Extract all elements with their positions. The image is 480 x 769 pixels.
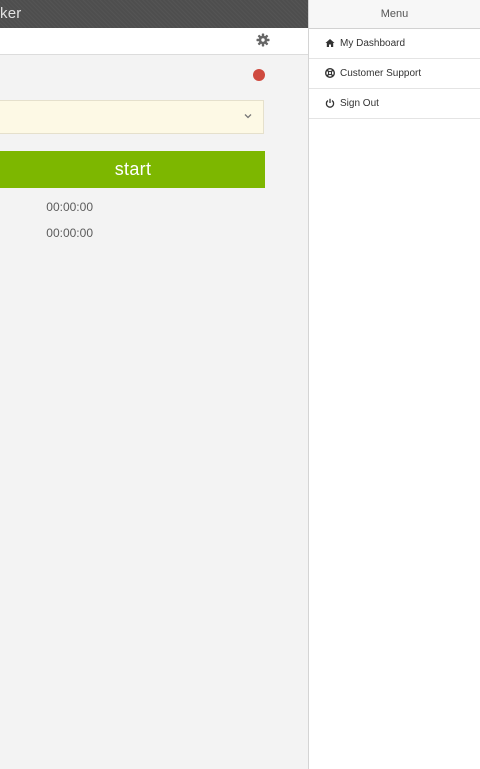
menu-title: Menu [309,0,480,29]
chevron-down-icon [244,114,252,119]
timer-display: 00:00:00 [46,200,93,214]
main-panel: ker start 00:00:00 00:00:00 [0,0,308,769]
menu-item-label: Customer Support [340,68,422,79]
menu-item-support[interactable]: Customer Support [309,59,480,89]
menu-item-signout[interactable]: Sign Out [309,89,480,119]
lifebuoy-icon [325,68,335,78]
menu-item-label: Sign Out [340,98,379,109]
side-menu: Menu My Dashboard Customer Support Sign … [308,0,480,769]
title-bar: ker [0,0,308,28]
toolbar [0,28,308,55]
power-icon [325,98,335,108]
status-indicator [253,69,265,81]
total-time-display: 00:00:00 [46,226,93,240]
start-button[interactable]: start [0,151,265,188]
menu-item-label: My Dashboard [340,38,406,49]
task-select[interactable] [0,100,264,134]
home-icon [325,39,335,47]
gear-icon[interactable] [255,32,271,48]
app-title: ker [0,5,22,22]
menu-item-dashboard[interactable]: My Dashboard [309,29,480,59]
